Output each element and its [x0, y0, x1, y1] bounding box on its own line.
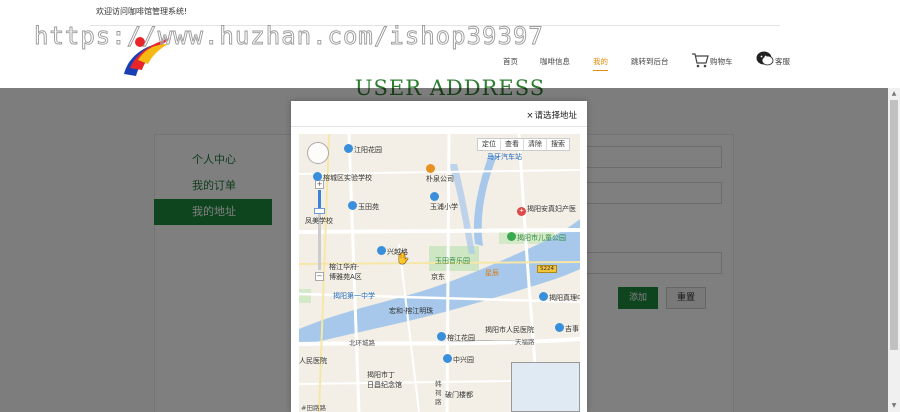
map-poi[interactable]: 人民医院 — [299, 356, 327, 366]
nav-admin[interactable]: 跳转到后台 — [631, 56, 669, 67]
map-pin-icon — [539, 292, 548, 301]
map-poi[interactable]: 玉浦小学 — [430, 192, 458, 212]
map-search-button[interactable]: 搜索 — [547, 139, 569, 150]
map-poi[interactable]: 揭阳市人民医院 — [485, 325, 534, 335]
nav-home[interactable]: 首页 — [503, 56, 518, 67]
welcome-text: 欢迎访问咖啡馆管理系统! — [96, 7, 188, 16]
map-pin-icon — [313, 172, 322, 181]
map-poi[interactable]: 星辰 — [485, 268, 499, 278]
watermark: https://www.huzhan.com/ishop39397 — [34, 22, 544, 51]
map-pin-icon — [443, 354, 452, 363]
map-pan-control[interactable] — [307, 142, 329, 164]
map-zoom-slider[interactable]: + − — [314, 170, 326, 290]
map-toolbar: 定位 查看 清除 搜索 — [477, 138, 570, 151]
map-pin-icon — [507, 232, 516, 241]
map-pin-icon — [348, 201, 357, 210]
nav-mine[interactable]: 我的 — [593, 56, 608, 71]
road-label: 路 — [435, 398, 442, 406]
map-poi[interactable]: 玉田苑 — [348, 201, 379, 212]
map-poi[interactable]: + 揭阳安真妇产医 — [517, 204, 576, 216]
map-pin-icon — [437, 332, 446, 341]
map-clear-button[interactable]: 清除 — [524, 139, 547, 150]
map-poi[interactable]: 朴泉公司 — [426, 164, 454, 184]
map-poi[interactable]: 京东 — [431, 272, 445, 282]
road-label: 北环城路 — [349, 339, 375, 347]
map-canvas[interactable]: + − 定位 查看 清除 搜索 江阳花园 朴泉公司 马牙汽车站 榕城区实验学校 … — [299, 134, 580, 412]
map-overview-inset[interactable] — [511, 362, 580, 412]
modal-divider — [291, 126, 587, 127]
map-poi[interactable]: 揭阳市丁 — [367, 370, 395, 380]
scrollbar[interactable]: ▲ ▼ — [888, 88, 900, 412]
map-poi[interactable]: 马牙汽车站 — [487, 152, 522, 162]
map-poi[interactable]: 宏和·榕江明珠 — [389, 306, 433, 316]
highway-shield: S224 — [537, 265, 557, 273]
zoom-knob[interactable] — [314, 208, 325, 214]
zoom-out-button[interactable]: − — [315, 272, 324, 281]
wechat-icon[interactable] — [756, 51, 774, 67]
map-pin-icon: + — [517, 207, 526, 216]
map-pin-icon — [430, 192, 439, 201]
modal-title-bar: ×请选择地址 — [526, 109, 577, 121]
scroll-up-icon[interactable]: ▲ — [888, 88, 900, 100]
map-poi[interactable]: 吉事 — [555, 323, 579, 334]
map-poi[interactable]: 江阳花园 — [344, 144, 382, 155]
close-icon[interactable]: × — [526, 111, 533, 121]
nav-coffee-info[interactable]: 咖啡信息 — [540, 56, 570, 67]
map-poi[interactable]: 榕江华府· — [329, 262, 359, 272]
map-poi[interactable]: 凤美学校 — [305, 216, 333, 226]
map-poi[interactable]: 玉田音乐园 — [435, 256, 470, 266]
nav-cart[interactable]: 购物车 — [710, 56, 733, 67]
address-picker-modal: ×请选择地址 + − 定位 查看 清除 搜索 江阳花园 朴泉公司 马牙汽车站 榕… — [291, 101, 587, 412]
modal-title: 请选择地址 — [534, 111, 577, 121]
cart-icon[interactable] — [691, 52, 709, 68]
map-poi[interactable]: 揭阳市儿童公园 — [507, 232, 566, 243]
road-label: 天福路 — [515, 338, 535, 346]
map-poi[interactable]: 日昌纪念馆 — [367, 380, 402, 390]
scroll-down-icon[interactable]: ▼ — [888, 400, 900, 412]
map-poi[interactable]: 博雅苑A区 — [329, 272, 362, 282]
map-pin-icon — [426, 164, 435, 173]
scrollbar-thumb[interactable] — [890, 100, 898, 350]
map-pin-icon — [377, 246, 386, 255]
road-label: #田路路 — [301, 404, 326, 412]
hand-cursor-icon: ✋ — [396, 252, 410, 265]
map-locate-button[interactable]: 定位 — [478, 139, 501, 150]
map-poi[interactable]: 破门楼都 — [445, 390, 473, 400]
map-poi[interactable]: 中兴园 — [443, 354, 474, 365]
map-poi[interactable]: 揭阳真理中 — [539, 292, 580, 303]
map-poi[interactable]: 榕城区实验学校 — [313, 172, 372, 183]
map-view-button[interactable]: 查看 — [501, 139, 524, 150]
map-poi[interactable]: 揭阳第一中学 — [333, 291, 375, 301]
map-pin-icon — [555, 323, 564, 332]
map-pin-icon — [344, 144, 353, 153]
map-poi[interactable]: 榕江花园 — [437, 332, 475, 343]
nav-service[interactable]: 客服 — [775, 56, 790, 67]
